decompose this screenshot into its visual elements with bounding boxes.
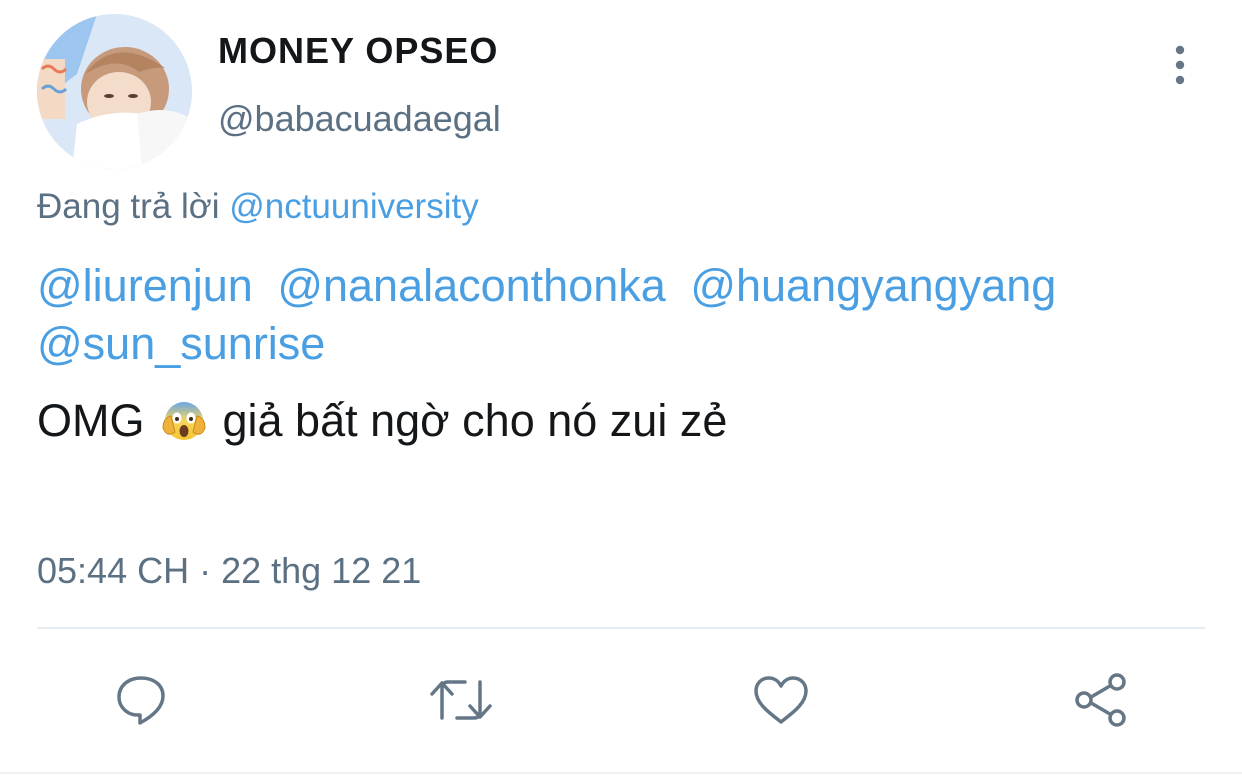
tweet-text-start: OMG (37, 395, 145, 446)
reply-button[interactable] (109, 668, 173, 732)
user-handle[interactable]: @babacuadaegal (218, 98, 501, 140)
tweet-timestamp[interactable]: 05:44 CH · 22 thg 12 21 (37, 550, 421, 592)
tweet-text-end: giả bất ngờ cho nó zui zẻ (222, 395, 728, 446)
mentions: @liurenjun @nanalaconthonka @huangyangya… (37, 257, 1227, 373)
bottom-divider (0, 772, 1242, 774)
divider (37, 627, 1205, 629)
retweet-icon (430, 680, 492, 720)
like-icon (754, 676, 808, 724)
mention-link[interactable]: @liurenjun (37, 260, 253, 311)
mention-link[interactable]: @nanalaconthonka (277, 260, 665, 311)
face-screaming-in-fear-icon (161, 398, 207, 444)
tweet-text: OMG giả bất ngờ cho nó zui zẻ (37, 392, 727, 450)
avatar-image (37, 14, 192, 169)
mention-link[interactable]: @sun_sunrise (37, 318, 325, 369)
more-options-button[interactable] (1160, 42, 1200, 88)
like-button[interactable] (749, 668, 813, 732)
display-name[interactable]: MONEY OPSEO (218, 30, 498, 72)
replying-to-link[interactable]: @nctuuniversity (229, 187, 479, 226)
replying-to: Đang trả lời @nctuuniversity (37, 187, 479, 227)
share-icon (1075, 673, 1126, 727)
share-button[interactable] (1069, 668, 1133, 732)
tweet-actions (0, 668, 1242, 732)
replying-prefix: Đang trả lời (37, 187, 220, 226)
mention-link[interactable]: @huangyangyang (690, 260, 1056, 311)
reply-icon (117, 676, 165, 725)
more-vertical-icon (1175, 45, 1185, 85)
avatar[interactable] (37, 14, 192, 169)
retweet-button[interactable] (429, 668, 493, 732)
